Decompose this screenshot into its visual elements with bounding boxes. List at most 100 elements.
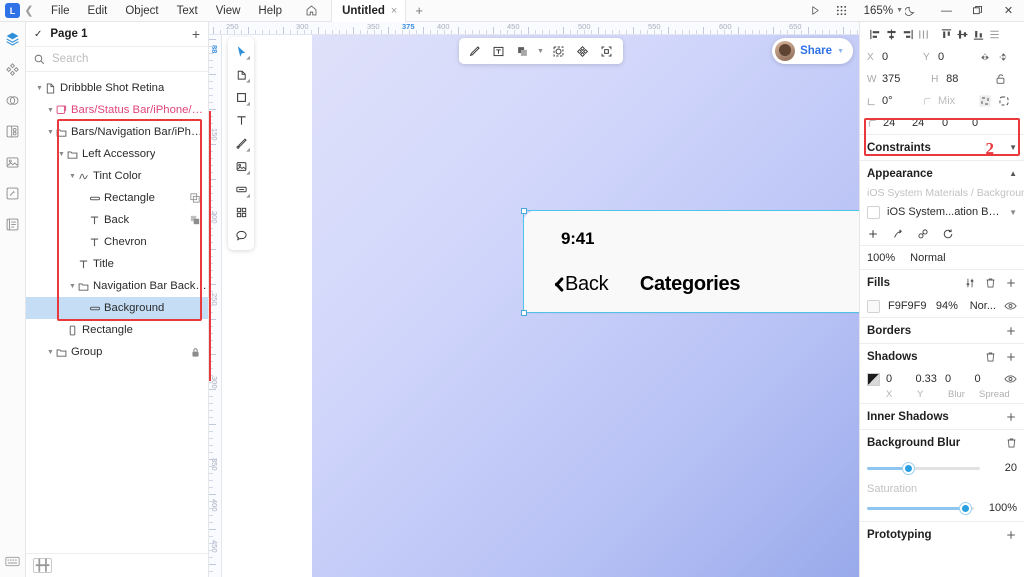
link-style-icon[interactable]	[917, 228, 929, 240]
layer-row[interactable]: Title	[26, 253, 208, 275]
saturation-slider[interactable]	[867, 502, 974, 514]
edit-pencil-button[interactable]	[464, 41, 486, 62]
layer-row[interactable]: ▼ Group	[26, 341, 208, 363]
menu-text[interactable]: Text	[168, 3, 207, 19]
corner-bottom-right-value[interactable]: 0	[942, 117, 972, 129]
menu-file[interactable]: File	[42, 3, 79, 19]
close-button[interactable]: ✕	[993, 0, 1024, 22]
data-icon[interactable]	[3, 214, 23, 234]
background-blur-slider[interactable]	[867, 462, 980, 474]
shadow-blur-value[interactable]: 0	[945, 373, 975, 385]
corner-top-left-value[interactable]: 24	[883, 117, 912, 129]
mask-button[interactable]	[548, 41, 570, 62]
rotation-field[interactable]: 0°	[867, 95, 923, 107]
text-box-button[interactable]	[488, 41, 510, 62]
chevron-down-icon[interactable]: ▼	[1009, 208, 1017, 217]
menu-object[interactable]: Object	[116, 3, 167, 19]
shadow-visibility-icon[interactable]	[1004, 374, 1017, 384]
plugins-icon[interactable]	[3, 183, 23, 203]
maximize-button[interactable]	[962, 0, 993, 22]
component-button[interactable]	[572, 41, 594, 62]
navigation-bar-component[interactable]: 9:41 Back Categories	[523, 210, 859, 313]
add-fill-icon[interactable]	[1005, 277, 1017, 289]
images-icon[interactable]	[3, 152, 23, 172]
vertical-ruler[interactable]: 88150200250300350400450500	[209, 35, 222, 577]
comment-tool[interactable]	[230, 225, 252, 246]
add-page-button[interactable]: +	[192, 27, 200, 41]
pen-node-tool[interactable]: ◢	[230, 64, 252, 85]
rectangle-tool[interactable]: ◢	[230, 87, 252, 108]
blend-mode-value[interactable]: Normal	[910, 252, 945, 264]
present-icon[interactable]	[810, 5, 836, 16]
layer-disclosure-arrow[interactable]: ▼	[45, 129, 56, 136]
search-input[interactable]	[52, 53, 206, 65]
mask-icon[interactable]	[190, 193, 200, 203]
fill-color-swatch[interactable]	[867, 299, 880, 313]
group-icon[interactable]	[190, 215, 200, 225]
text-tool[interactable]	[230, 110, 252, 131]
constraints-section-header[interactable]: Constraints ▼	[860, 134, 1024, 160]
overlays-icon[interactable]	[3, 90, 23, 110]
share-caret-icon[interactable]: ▼	[837, 48, 844, 55]
keyboard-shortcut-icon[interactable]: ╋╋	[33, 558, 53, 573]
layers-tree[interactable]: ▼ Dribbble Shot Retina ▼ Bars/Status Bar/iP…	[26, 72, 208, 553]
fill-row[interactable]: F9F9F9 94% Nor...	[860, 295, 1024, 317]
layer-row[interactable]: Back	[26, 209, 208, 231]
trash-icon[interactable]	[985, 351, 996, 363]
appearance-section-header[interactable]: Appearance ▲	[860, 160, 1024, 186]
flip-horizontal-icon[interactable]	[979, 52, 998, 63]
layer-disclosure-arrow[interactable]: ▼	[56, 151, 67, 158]
flip-vertical-icon[interactable]	[998, 51, 1017, 63]
shadow-x-value[interactable]: 0	[886, 373, 916, 385]
shadow-y-value[interactable]: 0.33	[916, 373, 946, 385]
layer-disclosure-arrow[interactable]: ▼	[67, 283, 78, 290]
style-color-swatch[interactable]	[867, 205, 880, 219]
add-border-icon[interactable]	[1005, 325, 1017, 337]
trash-icon[interactable]	[985, 277, 996, 289]
layer-disclosure-arrow[interactable]: ▼	[34, 85, 45, 92]
horizontal-ruler[interactable]: 250300350375400450500550600650700750	[209, 22, 859, 35]
grid-icon[interactable]	[836, 5, 862, 16]
corner-bottom-left-value[interactable]: 0	[972, 117, 1002, 129]
align-top-icon[interactable]	[938, 26, 954, 42]
image-tool[interactable]: ◢	[230, 156, 252, 177]
components-grid-tool[interactable]	[230, 202, 252, 223]
detach-style-icon[interactable]	[892, 228, 904, 240]
layer-disclosure-arrow[interactable]: ▼	[45, 107, 56, 114]
add-prototype-icon[interactable]	[1005, 529, 1017, 541]
distribute-horizontal-icon[interactable]	[915, 26, 931, 42]
fill-opacity-value[interactable]: 94%	[936, 300, 962, 312]
layer-row[interactable]: ▼ Bars/Navigation Bar/iPhone - ...	[26, 121, 208, 143]
layer-row[interactable]: ▼ Left Accessory	[26, 143, 208, 165]
align-middle-vertical-icon[interactable]	[954, 26, 970, 42]
assets-icon[interactable]	[3, 121, 23, 141]
vector-pen-tool[interactable]: ◢	[230, 133, 252, 154]
fill-settings-icon[interactable]	[964, 277, 976, 289]
layer-row[interactable]: ▼ Bars/Status Bar/iPhone/Light	[26, 99, 208, 121]
page-header[interactable]: ✓ Page 1 +	[26, 22, 208, 47]
export-button[interactable]	[596, 41, 618, 62]
chevron-up-icon[interactable]: ▲	[1009, 169, 1017, 178]
layer-disclosure-arrow[interactable]: ▼	[45, 349, 56, 356]
opacity-value[interactable]: 100%	[867, 252, 895, 264]
add-shadow-icon[interactable]	[1005, 351, 1017, 363]
select-tool[interactable]: ◢	[230, 41, 252, 62]
smooth-corners-icon[interactable]	[979, 95, 998, 107]
layers-icon[interactable]	[3, 28, 23, 48]
user-avatar[interactable]	[775, 41, 796, 61]
shadow-spread-value[interactable]: 0	[975, 373, 1005, 385]
layer-row[interactable]: Chevron	[26, 231, 208, 253]
minimize-button[interactable]: —	[931, 0, 962, 22]
y-field[interactable]: Y 0	[923, 51, 979, 63]
share-bar[interactable]: Share ▼	[772, 38, 853, 64]
align-right-icon[interactable]	[899, 26, 915, 42]
tab-close-icon[interactable]: ×	[391, 5, 397, 17]
fill-blend-value[interactable]: Nor...	[970, 300, 996, 312]
align-center-horizontal-icon[interactable]	[883, 26, 899, 42]
menu-help[interactable]: Help	[249, 3, 291, 19]
align-left-icon[interactable]	[867, 26, 883, 42]
appearance-style-selector[interactable]: iOS System...ation Bar)* ▼	[860, 201, 1024, 223]
boolean-button[interactable]	[512, 41, 534, 62]
add-style-icon[interactable]	[867, 228, 879, 240]
home-icon[interactable]	[305, 4, 327, 17]
